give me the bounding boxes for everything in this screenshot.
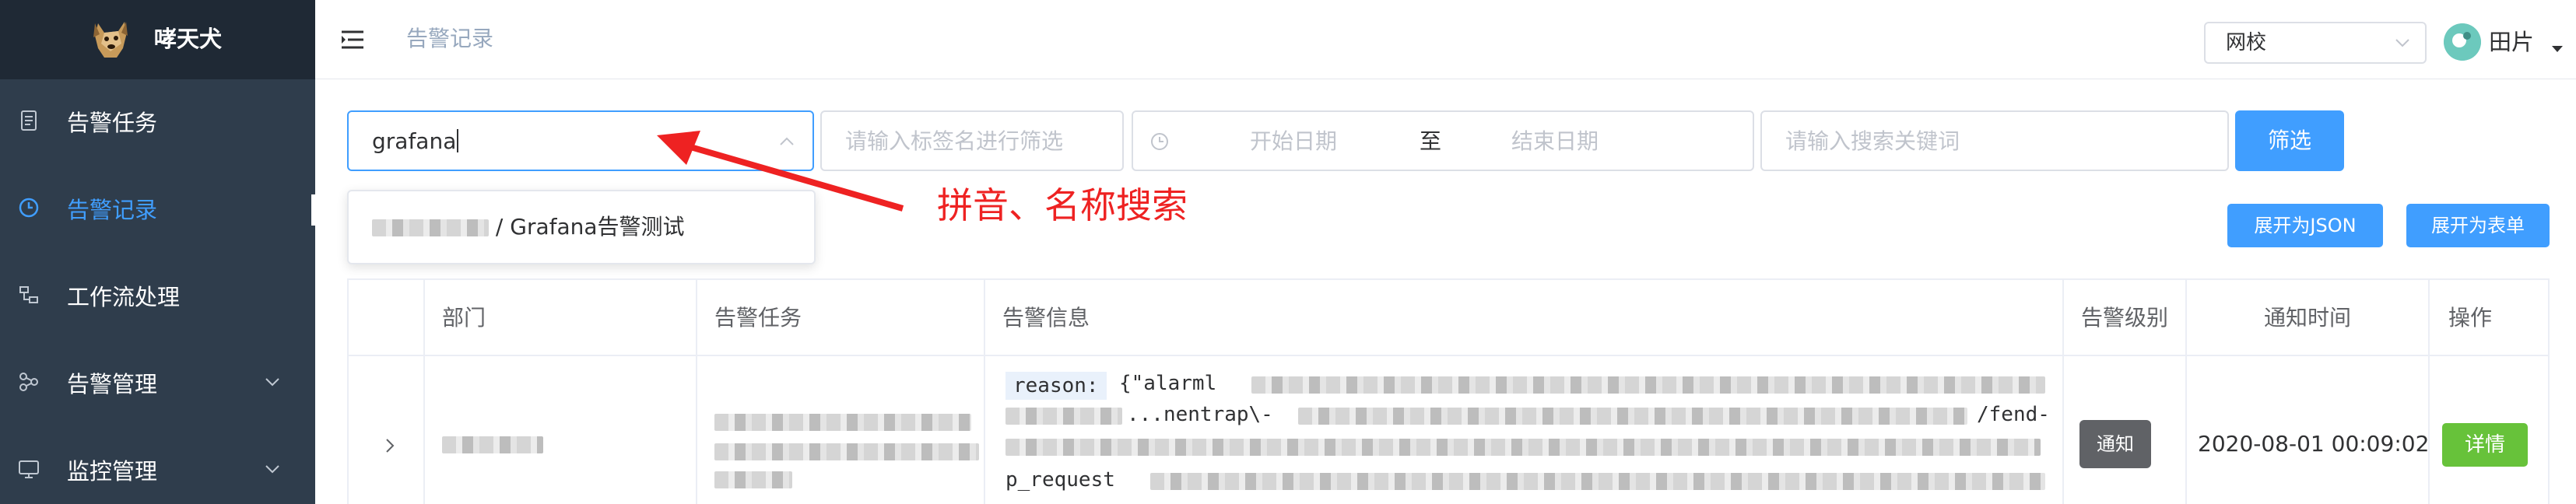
column-header-alarm-info: 告警信息 bbox=[985, 280, 2064, 356]
search-input-value: grafana bbox=[372, 128, 457, 154]
redacted-message bbox=[1005, 439, 2041, 456]
dog-logo-icon bbox=[93, 22, 128, 58]
clock-icon bbox=[1151, 133, 1168, 150]
column-header-department: 部门 bbox=[425, 280, 697, 356]
monitor-icon bbox=[19, 460, 39, 478]
expand-form-button[interactable]: 展开为表单 bbox=[2406, 204, 2550, 247]
keyword-placeholder: 请输入搜索关键词 bbox=[1785, 128, 1960, 154]
alarm-message-line: /fend- bbox=[1977, 403, 2050, 426]
brand-name: 哮天犬 bbox=[154, 26, 223, 52]
chevron-down-icon bbox=[2395, 39, 2409, 47]
redacted-message bbox=[1150, 473, 2045, 490]
redacted-task bbox=[714, 414, 971, 431]
org-select[interactable]: 网校 bbox=[2204, 22, 2427, 64]
column-header-alarm-task: 告警任务 bbox=[697, 280, 985, 356]
date-start-input[interactable]: 开始日期 bbox=[1250, 128, 1337, 156]
redacted-task bbox=[714, 471, 792, 488]
cell-divider bbox=[2185, 356, 2187, 504]
suggestion-item[interactable]: / Grafana告警测试 bbox=[372, 213, 685, 241]
user-name[interactable]: 田片 bbox=[2489, 26, 2534, 58]
breadcrumb: 告警记录 bbox=[406, 26, 494, 51]
sidebar-item-alarm-tasks[interactable]: 告警任务 bbox=[0, 79, 315, 166]
notify-time: 2020-08-01 00:09:02 bbox=[2198, 431, 2430, 457]
date-range-picker[interactable]: 开始日期 至 结束日期 bbox=[1132, 110, 1754, 171]
cell-divider bbox=[2062, 356, 2064, 504]
cell-divider bbox=[984, 356, 985, 504]
sidebar-item-alarm-records[interactable]: 告警记录 bbox=[0, 166, 319, 254]
brand: 哮天犬 bbox=[0, 0, 315, 79]
annotation-text: 拼音、名称搜索 bbox=[937, 184, 1188, 226]
annotation-arrow bbox=[657, 131, 904, 212]
chevron-down-icon bbox=[265, 378, 279, 387]
alarm-message-line: ...nentrap\- bbox=[1127, 403, 1273, 426]
sidebar-item-label: 告警管理 bbox=[67, 371, 158, 397]
avatar[interactable] bbox=[2444, 23, 2481, 61]
redacted-message bbox=[1005, 408, 1122, 425]
caret-down-icon[interactable] bbox=[2550, 44, 2565, 54]
column-header-alarm-level: 告警级别 bbox=[2064, 280, 2187, 356]
text-cursor bbox=[457, 129, 459, 152]
cell-divider bbox=[696, 356, 697, 504]
menu-toggle-icon[interactable] bbox=[339, 26, 366, 53]
redacted-department bbox=[442, 436, 543, 453]
sidebar: 哮天犬 告警任务 告警记录 工作流处理 告警管理 监控管理 bbox=[0, 0, 319, 504]
clock-icon bbox=[19, 198, 39, 218]
alarm-level-badge: 通知 bbox=[2079, 420, 2151, 468]
alarm-message-line: {"alarml bbox=[1119, 372, 1217, 395]
sidebar-item-label: 告警任务 bbox=[67, 110, 158, 136]
chevron-right-icon[interactable] bbox=[383, 436, 397, 456]
cell-divider bbox=[423, 356, 425, 504]
sidebar-item-label: 工作流处理 bbox=[67, 284, 181, 310]
date-separator: 至 bbox=[1420, 128, 1442, 154]
keyword-search-input[interactable]: 请输入搜索关键词 bbox=[1760, 110, 2229, 171]
org-select-value: 网校 bbox=[2226, 31, 2267, 54]
sidebar-item-label: 监控管理 bbox=[67, 458, 158, 485]
sidebar-item-alarm-management[interactable]: 告警管理 bbox=[0, 341, 315, 428]
filter-button[interactable]: 筛选 bbox=[2235, 110, 2344, 171]
redacted-task bbox=[714, 443, 979, 460]
redacted-message bbox=[1298, 408, 1967, 425]
header-divider bbox=[349, 355, 2548, 356]
nodes-icon bbox=[19, 373, 38, 391]
redacted-department bbox=[372, 219, 489, 236]
reason-key: reason: bbox=[1005, 372, 1107, 400]
column-header-expand bbox=[349, 280, 425, 356]
date-end-input[interactable]: 结束日期 bbox=[1511, 128, 1599, 156]
workflow-icon bbox=[19, 286, 38, 303]
chevron-down-icon bbox=[265, 465, 279, 474]
detail-button[interactable]: 详情 bbox=[2442, 423, 2528, 467]
sidebar-item-workflow[interactable]: 工作流处理 bbox=[0, 254, 315, 341]
alarm-message-line: p_request bbox=[1005, 468, 1115, 492]
column-header-notify-time: 通知时间 bbox=[2187, 280, 2430, 356]
document-icon bbox=[21, 110, 37, 131]
sidebar-item-monitor-management[interactable]: 监控管理 bbox=[0, 428, 315, 504]
redacted-message bbox=[1251, 376, 2045, 394]
alarm-records-table: 部门 告警任务 告警信息 告警级别 通知时间 操作 reason: {"alar… bbox=[347, 278, 2550, 504]
expand-json-button[interactable]: 展开为JSON bbox=[2227, 204, 2383, 247]
sidebar-item-label: 告警记录 bbox=[67, 197, 158, 223]
column-header-actions: 操作 bbox=[2448, 305, 2493, 331]
